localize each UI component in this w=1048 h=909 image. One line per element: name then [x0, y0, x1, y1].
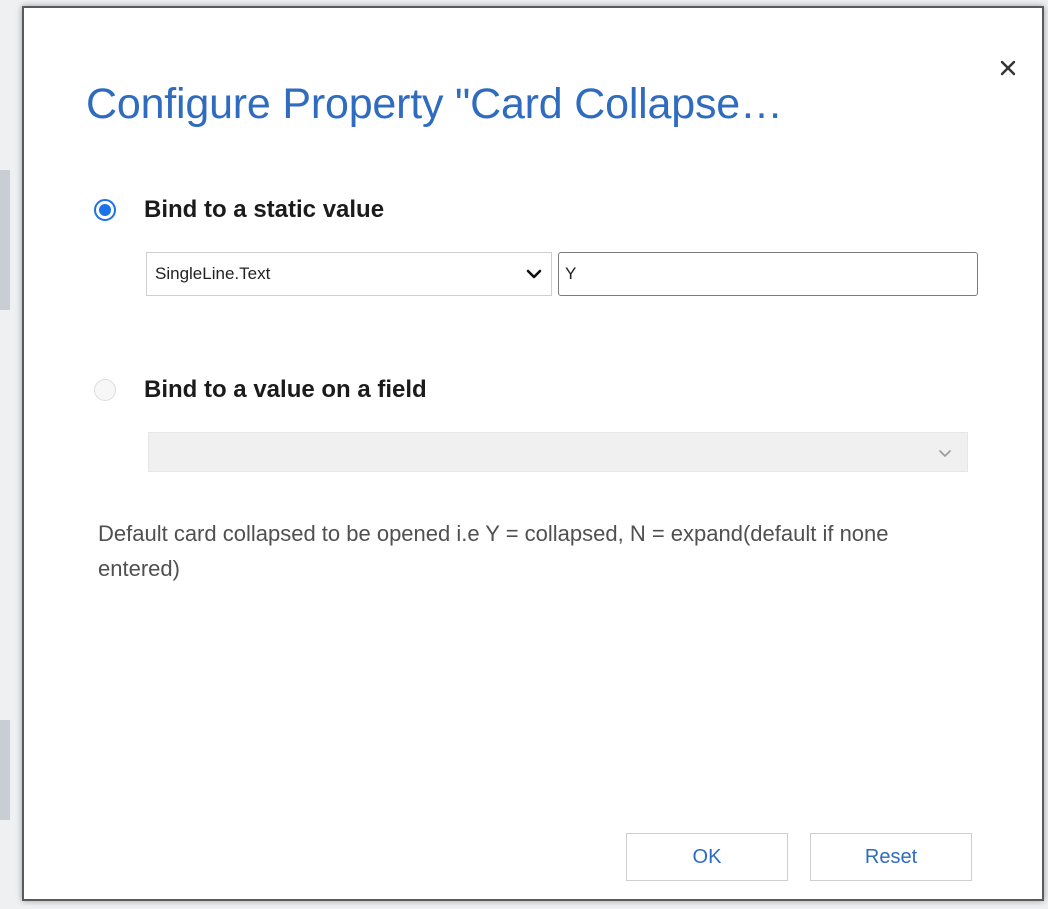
background-strip: [0, 720, 10, 820]
static-value-radio[interactable]: [94, 199, 116, 221]
description-text: Default card collapsed to be opened i.e …: [98, 521, 889, 581]
close-button[interactable]: [996, 56, 1020, 80]
static-type-select[interactable]: SingleLine.Text: [146, 252, 552, 296]
static-type-selected: SingleLine.Text: [155, 264, 271, 283]
chevron-down-icon: [939, 450, 951, 457]
static-value-label: Bind to a static value: [144, 196, 385, 223]
ok-button[interactable]: OK: [626, 833, 788, 881]
field-select[interactable]: [148, 432, 968, 472]
configure-property-dialog: Configure Property "Card Collapse… Bind …: [22, 6, 1044, 901]
option-static-value[interactable]: Bind to a static value: [94, 196, 384, 224]
field-value-radio[interactable]: [94, 379, 116, 401]
background-strip: [0, 170, 10, 310]
close-icon: [1000, 60, 1016, 76]
static-value-input[interactable]: [558, 252, 978, 296]
reset-button[interactable]: Reset: [810, 833, 972, 881]
option-field-value[interactable]: Bind to a value on a field: [94, 376, 427, 404]
field-value-label: Bind to a value on a field: [144, 376, 427, 403]
dialog-title: Configure Property "Card Collapse…: [86, 80, 783, 128]
chevron-down-icon: [526, 269, 542, 279]
